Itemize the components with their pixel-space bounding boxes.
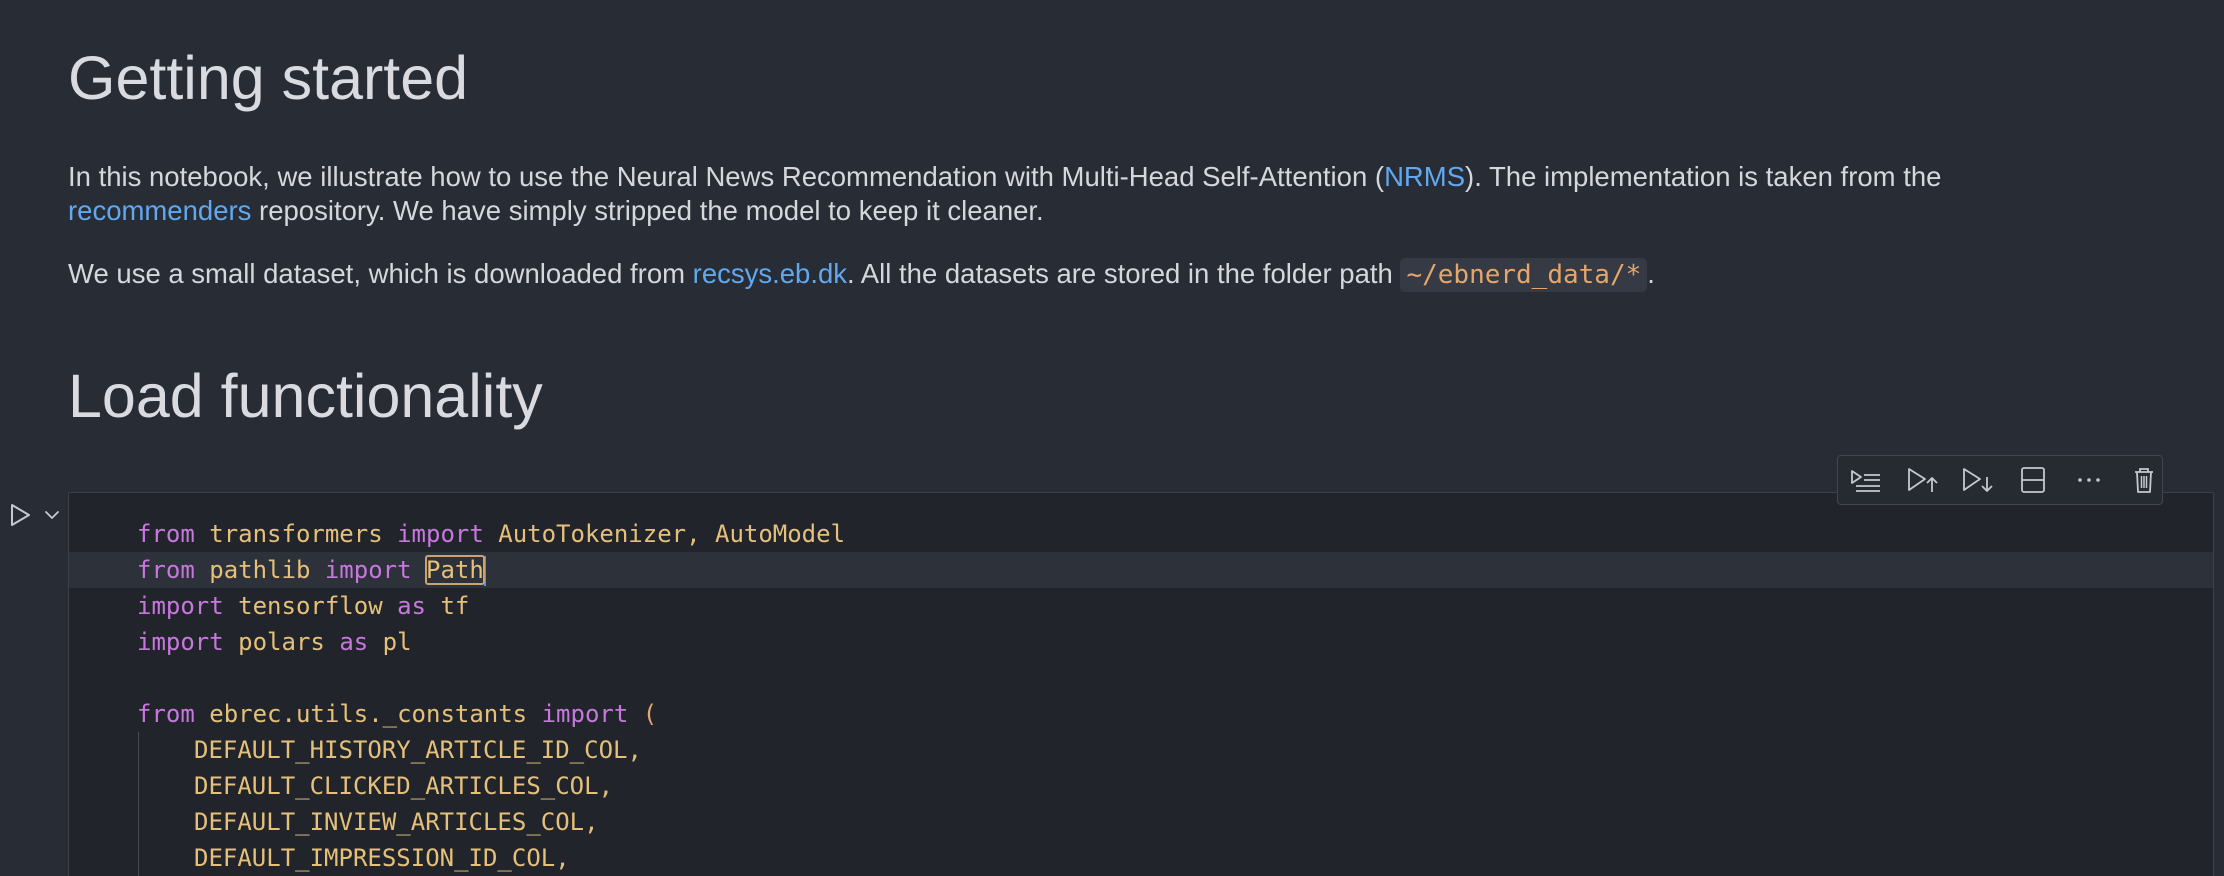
execute-below-button[interactable] (1959, 462, 1995, 498)
run-by-line-icon (1850, 470, 1880, 492)
module-name: transformers (209, 520, 383, 548)
constant-name: DEFAULT_HISTORY_ARTICLE_ID_COL, (194, 736, 642, 764)
text-cursor (483, 556, 486, 586)
keyword: from (137, 700, 195, 728)
delete-cell-button[interactable] (2126, 462, 2162, 498)
run-by-line-button[interactable] (1848, 462, 1884, 498)
run-cell-button[interactable] (6, 501, 34, 529)
code-lines: from transformers import AutoTokenizer, … (69, 516, 2213, 876)
more-actions-button[interactable] (2071, 462, 2107, 498)
open-paren: ( (642, 700, 658, 728)
code-cell-editor[interactable]: from transformers import AutoTokenizer, … (68, 492, 2214, 876)
nrms-link[interactable]: NRMS (1384, 161, 1465, 192)
keyword: import (397, 520, 484, 548)
indent-guide (138, 840, 139, 876)
play-icon (11, 504, 30, 526)
trash-icon (2135, 468, 2154, 493)
keyword: import (137, 628, 224, 656)
split-cell-button[interactable] (2015, 462, 2051, 498)
code-line-7[interactable]: DEFAULT_HISTORY_ARTICLE_ID_COL, (69, 732, 2213, 768)
split-cell-icon (2020, 467, 2045, 493)
module-alias: tf (440, 592, 470, 620)
more-actions-icon (2077, 478, 2100, 482)
keyword: import (137, 592, 224, 620)
cell-collapse-button[interactable] (40, 503, 64, 527)
indent-guide (138, 768, 139, 804)
code-line-5-blank[interactable] (69, 660, 2213, 696)
dataset-text-1: We use a small dataset, which is downloa… (68, 258, 693, 289)
code-line-8[interactable]: DEFAULT_CLICKED_ARTICLES_COL, (69, 768, 2213, 804)
keyword: as (397, 592, 427, 620)
execute-above-button[interactable] (1904, 462, 1940, 498)
dataset-paragraph: We use a small dataset, which is downloa… (68, 257, 1655, 292)
heading-load-functionality: Load functionality (68, 362, 543, 430)
constant-name: DEFAULT_INVIEW_ARTICLES_COL, (194, 808, 599, 836)
intro-text-3: repository. We have simply stripped the … (251, 195, 1044, 226)
module-name: pathlib (209, 556, 311, 584)
module-name: tensorflow (238, 592, 383, 620)
code-line-1[interactable]: from transformers import AutoTokenizer, … (69, 516, 2213, 552)
cell-toolbar (1837, 455, 2163, 505)
keyword: from (137, 556, 195, 584)
indent-guide (138, 804, 139, 840)
module-name: polars (238, 628, 325, 656)
dataset-text-2: . All the datasets are stored in the fol… (847, 258, 1401, 289)
chevron-down-icon (45, 511, 59, 519)
execute-below-icon (1963, 468, 1993, 492)
indent-guide (138, 732, 139, 768)
code-line-4[interactable]: import polars as pl (69, 624, 2213, 660)
module-name: ebrec.utils._constants (209, 700, 528, 728)
keyword: import (324, 556, 412, 584)
intro-text-2: ). The implementation is taken from the (1465, 161, 1942, 192)
recommenders-link[interactable]: recommenders (68, 195, 251, 226)
module-alias: pl (382, 628, 412, 656)
keyword: from (137, 520, 195, 548)
code-line-9[interactable]: DEFAULT_INVIEW_ARTICLES_COL, (69, 804, 2213, 840)
execute-above-icon (1907, 468, 1938, 492)
heading-getting-started: Getting started (68, 44, 469, 112)
constant-name: DEFAULT_IMPRESSION_ID_COL, (194, 844, 570, 872)
constant-name: DEFAULT_CLICKED_ARTICLES_COL, (194, 772, 614, 800)
intro-paragraph: In this notebook, we illustrate how to u… (68, 160, 1941, 228)
keyword: as (339, 628, 369, 656)
dataset-text-3: . (1647, 258, 1655, 289)
intro-text-1: In this notebook, we illustrate how to u… (68, 161, 1385, 192)
code-line-6[interactable]: from ebrec.utils._constants import ( (69, 696, 2213, 732)
selected-identifier: Path (425, 555, 485, 585)
code-line-3[interactable]: import tensorflow as tf (69, 588, 2213, 624)
code-line-10[interactable]: DEFAULT_IMPRESSION_ID_COL, (69, 840, 2213, 876)
folder-path-code: ~/ebnerd_data/* (1400, 258, 1648, 292)
code-line-2[interactable]: from pathlib import Path (69, 552, 2213, 588)
imported-names: AutoTokenizer, AutoModel (498, 520, 846, 548)
recsys-link[interactable]: recsys.eb.dk (693, 258, 847, 289)
keyword: import (541, 700, 629, 728)
